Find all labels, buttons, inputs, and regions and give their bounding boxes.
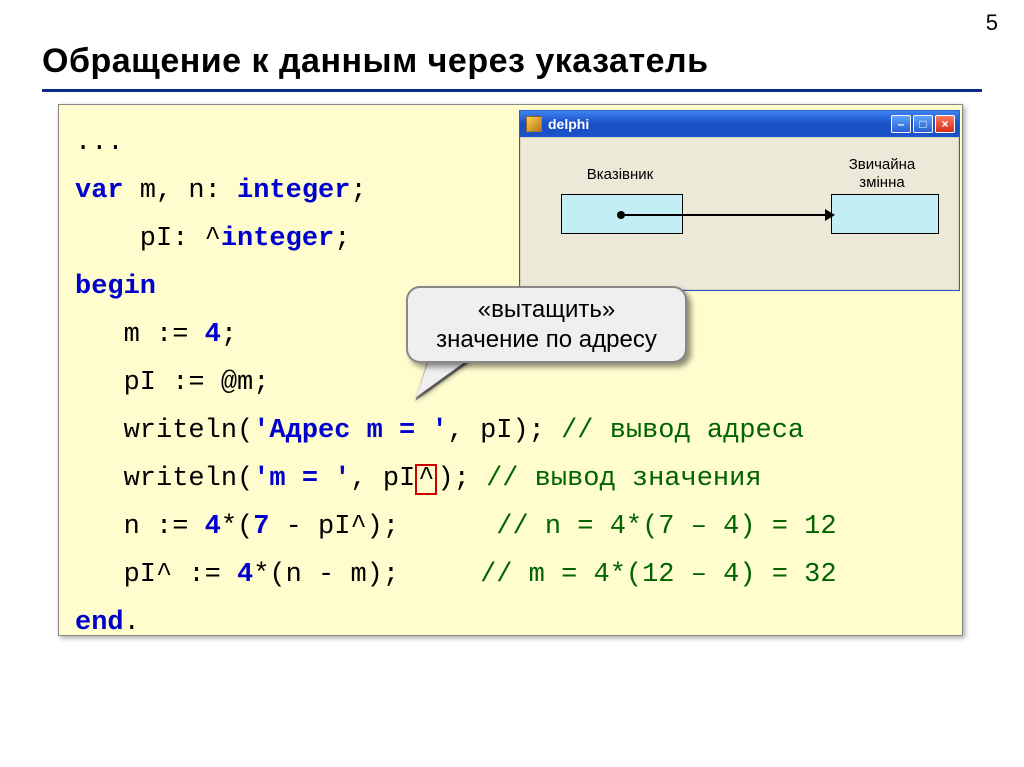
delphi-window: delphi – □ × Вказівник Звичайна змінна — [519, 110, 960, 291]
diagram-box-variable — [831, 194, 939, 234]
code-line: end. — [75, 599, 944, 647]
diagram-label-pointer: Вказівник — [565, 166, 675, 183]
code-line: n := 4*(7 - pI^); // n = 4*(7 – 4) = 12 — [75, 503, 944, 551]
window-titlebar: delphi – □ × — [520, 111, 959, 137]
slide-title: Обращение к данным через указатель — [42, 42, 982, 92]
app-icon — [526, 116, 542, 132]
page-number: 5 — [986, 10, 998, 36]
callout-bubble: «вытащить» значение по адресу — [406, 286, 687, 363]
window-title: delphi — [548, 116, 589, 132]
code-line: writeln('Адрес m = ', pI); // вывод адре… — [75, 407, 944, 455]
diagram-label-variable: Звичайна змінна — [827, 156, 937, 192]
callout-text: значение по адресу — [436, 326, 657, 353]
close-button[interactable]: × — [935, 115, 955, 133]
minimize-button[interactable]: – — [891, 115, 911, 133]
code-line: writeln('m = ', pI^); // вывод значения — [75, 455, 944, 503]
diagram-arrow-line — [623, 214, 831, 216]
caret-highlight: ^ — [415, 464, 437, 495]
callout-text: «вытащить» — [478, 296, 615, 323]
code-line: pI^ := 4*(n - m); // m = 4*(12 – 4) = 32 — [75, 551, 944, 599]
pointer-diagram: Вказівник Звичайна змінна — [520, 137, 959, 290]
maximize-button[interactable]: □ — [913, 115, 933, 133]
diagram-arrow-head — [825, 209, 835, 221]
code-line: pI := @m; — [75, 359, 944, 407]
